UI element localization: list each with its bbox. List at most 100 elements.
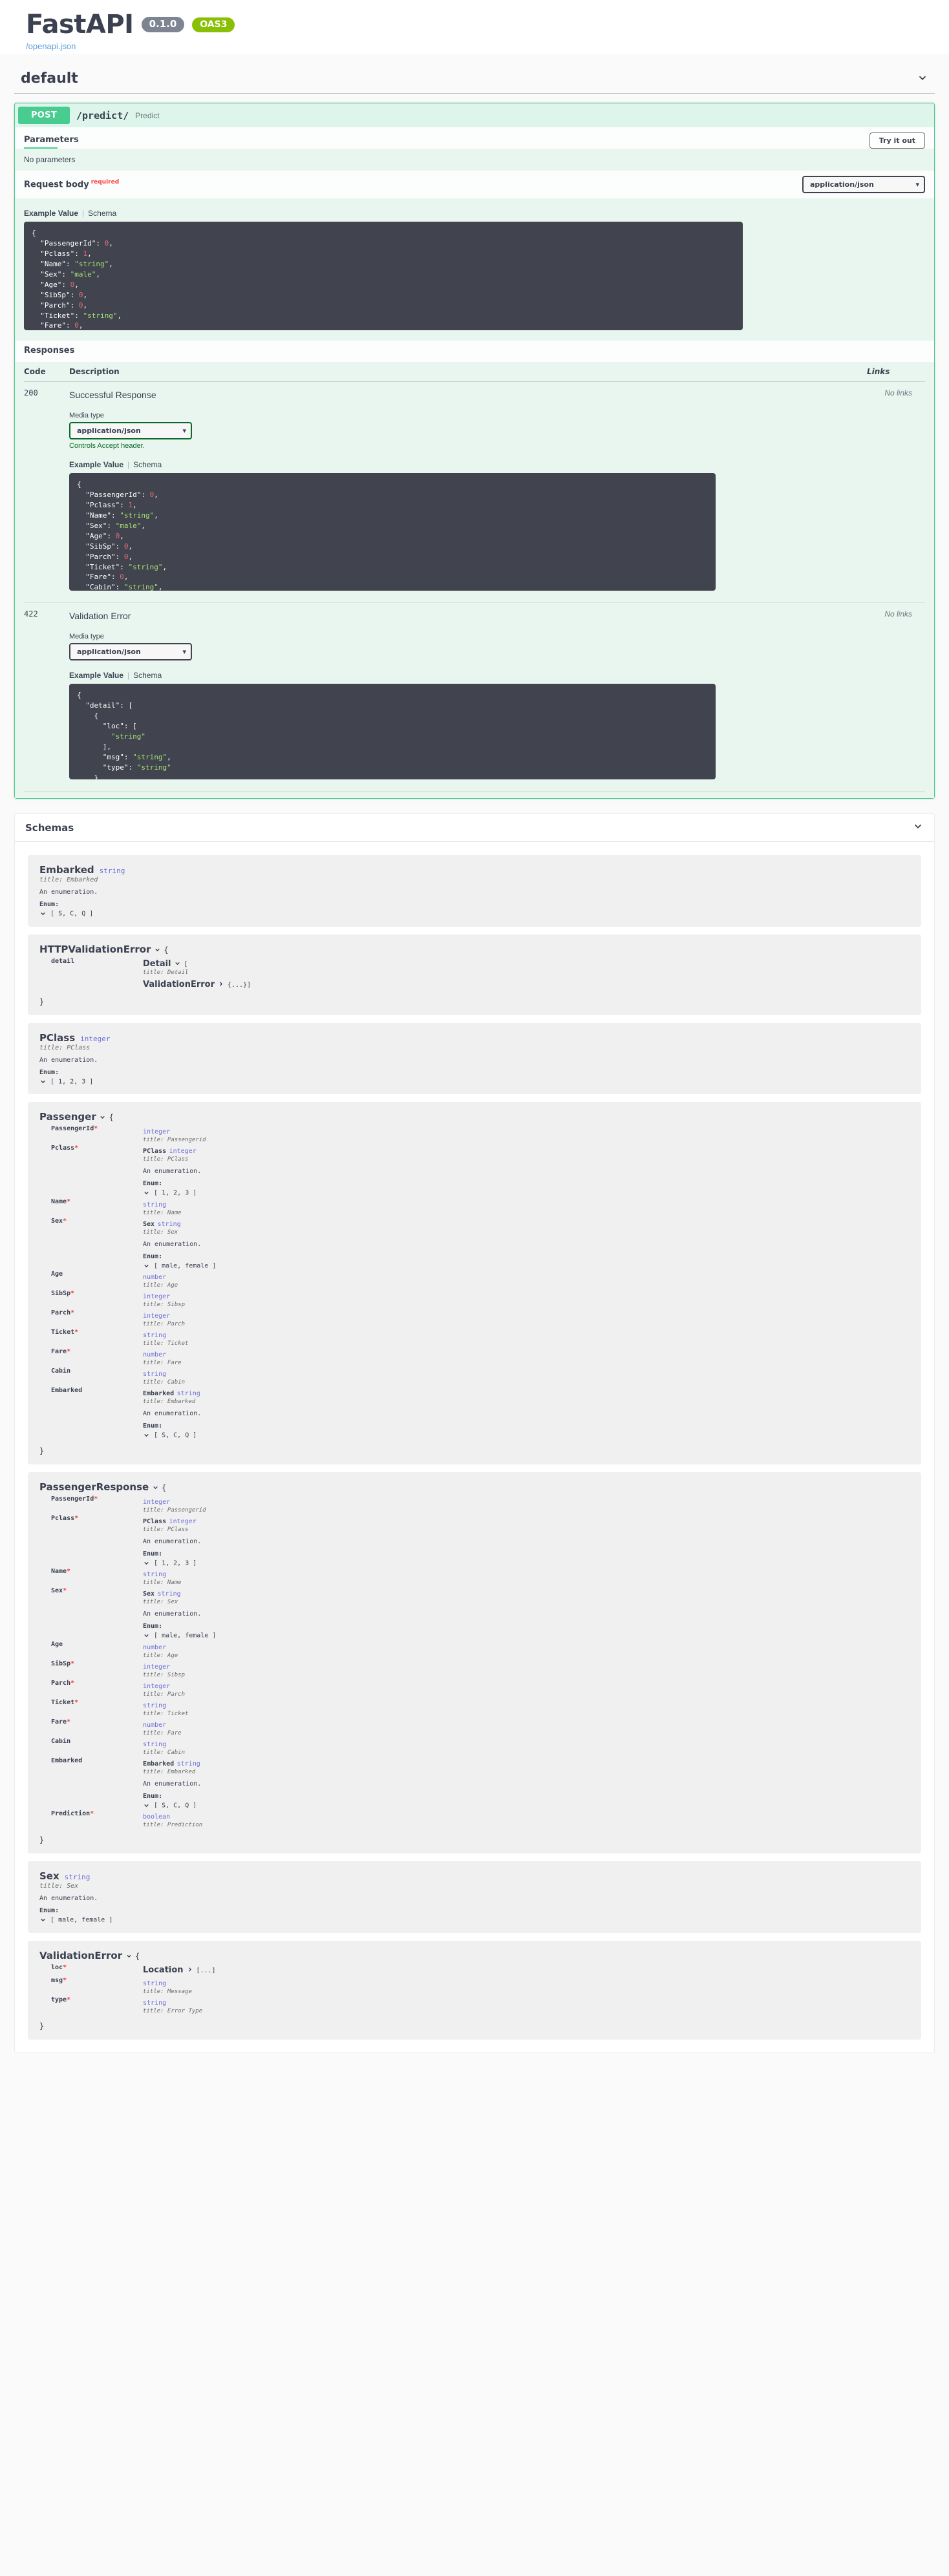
enum-values-row[interactable]: [ S, C, Q ] — [143, 1431, 216, 1439]
request-media-type-wrapper[interactable]: application/json — [802, 176, 925, 193]
model-property-row: loc* Location [...] — [39, 1963, 216, 1976]
property-name: Sex* — [51, 1587, 67, 1594]
chevron-down-icon[interactable] — [39, 1078, 47, 1085]
enum-label: Enum: — [143, 1422, 163, 1430]
tag-header[interactable]: default — [14, 67, 935, 94]
enum-values-row[interactable]: [ 1, 2, 3 ] — [39, 1078, 910, 1085]
response-description-422: Validation Error — [69, 611, 131, 621]
example-value-tab[interactable]: Example Value — [69, 671, 123, 680]
no-parameters-row: No parameters — [15, 149, 934, 171]
enum-values-row[interactable]: [ S, C, Q ] — [39, 910, 910, 918]
property-type: string — [143, 1371, 167, 1378]
example-value-tab[interactable]: Example Value — [24, 209, 78, 218]
property-type: string — [157, 1220, 181, 1228]
operation-summary-text: Predict — [135, 111, 160, 120]
chevron-right-icon[interactable] — [217, 978, 224, 989]
enum-values-row[interactable]: [ 1, 2, 3 ] — [143, 1189, 216, 1197]
enum-values-row[interactable]: [ male, female ] — [143, 1632, 216, 1640]
chevron-right-icon[interactable] — [186, 1964, 193, 1975]
property-value: string title: Name — [136, 1567, 216, 1587]
property-value: string title: Error Type — [136, 1996, 216, 2015]
chevron-down-icon[interactable] — [152, 1482, 159, 1493]
response-media-type-select-422[interactable]: application/json — [69, 643, 192, 660]
enum-values-row[interactable]: [ S, C, Q ] — [143, 1802, 216, 1809]
request-media-type-select[interactable]: application/json — [802, 176, 925, 193]
property-title: title: Cabin — [143, 1379, 186, 1386]
property-name: Parch* — [51, 1309, 75, 1316]
property-type: string — [143, 1702, 167, 1709]
chevron-down-icon[interactable] — [143, 1432, 150, 1439]
schema-tab[interactable]: Schema — [133, 671, 162, 680]
schema-model-validationerror: ValidationError {loc* Location [...] msg* s… — [28, 1940, 921, 2040]
open-brace: { — [164, 945, 169, 955]
model-title-row[interactable]: Passenger { — [39, 1111, 910, 1123]
property-type: string — [176, 1760, 200, 1768]
chevron-down-icon[interactable] — [917, 72, 928, 86]
model-property-row: Pclass* PClass integer title: PClass An enu… — [39, 1514, 216, 1568]
enum-values-row[interactable]: [ male, female ] — [143, 1262, 216, 1269]
chevron-down-icon[interactable] — [39, 911, 47, 918]
chevron-down-icon[interactable] — [154, 944, 161, 955]
parameters-tab[interactable]: Parameters — [24, 135, 79, 149]
property-name: Name* — [51, 1568, 71, 1575]
close-brace: } — [39, 2021, 45, 2031]
try-it-out-button[interactable]: Try it out — [869, 132, 925, 149]
property-name: SibSp* — [51, 1660, 75, 1667]
chevron-down-icon[interactable] — [143, 1190, 150, 1197]
required-star: * — [63, 1976, 67, 1984]
property-value: integer title: Passengerid — [136, 1124, 216, 1144]
chevron-down-icon[interactable] — [39, 1917, 47, 1924]
property-value: Sex string title: Sex An enumeration. Enum:… — [136, 1587, 216, 1640]
property-title: title: Passengerid — [143, 1137, 206, 1143]
model-title-row: Sex string — [39, 1870, 910, 1883]
model-property-row: Cabin string title: Cabin — [39, 1367, 216, 1386]
model-description: An enumeration. — [39, 1056, 98, 1064]
example-value-tab[interactable]: Example Value — [69, 460, 123, 469]
property-title: title: Prediction — [143, 1822, 203, 1828]
schemas-header[interactable]: Schemas — [15, 814, 934, 842]
model-property-row: Parch* integer title: Parch — [39, 1309, 216, 1328]
chevron-down-icon[interactable] — [912, 820, 924, 835]
enum-label: Enum: — [143, 1180, 163, 1187]
schema-tab[interactable]: Schema — [133, 460, 162, 469]
operation-summary-bar[interactable]: POST /predict/ Predict — [15, 103, 934, 127]
model-property-row: Parch* integer title: Parch — [39, 1679, 216, 1698]
request-body-header: Request body required application/json — [15, 171, 934, 198]
enum-values-row[interactable]: [ male, female ] — [39, 1916, 910, 1924]
model-property-row: SibSp* integer title: Sibsp — [39, 1660, 216, 1679]
chevron-down-icon[interactable] — [143, 1802, 150, 1809]
property-title: title: Sibsp — [143, 1302, 186, 1308]
chevron-down-icon[interactable] — [143, 1262, 150, 1269]
property-value: Embarked string title: Embarked An enumera… — [136, 1757, 216, 1810]
property-value: string title: Cabin — [136, 1737, 216, 1757]
model-title-row[interactable]: ValidationError { — [39, 1950, 910, 1962]
schema-tab[interactable]: Schema — [88, 209, 116, 218]
openapi-spec-link[interactable]: /openapi.json — [26, 41, 923, 51]
chevron-down-icon[interactable] — [174, 958, 181, 969]
page-title: FastAPI — [26, 10, 134, 39]
enum-label: Enum: — [143, 1792, 163, 1800]
chevron-down-icon[interactable] — [125, 1950, 133, 1961]
model-title-row[interactable]: HTTPValidationError { — [39, 944, 910, 956]
enum-values-row[interactable]: [ 1, 2, 3 ] — [143, 1559, 216, 1567]
version-badge: 0.1.0 — [141, 17, 185, 32]
chevron-down-icon[interactable] — [99, 1112, 106, 1123]
open-brace: { — [135, 1951, 140, 1961]
response-media-type-wrapper-422[interactable]: application/json — [69, 643, 192, 660]
property-title: title: Fare — [143, 1729, 182, 1737]
model-property-row: Name* string title: Name — [39, 1567, 216, 1587]
property-value: PClass integer title: PClass An enumeratio… — [136, 1144, 216, 1198]
chevron-down-icon[interactable] — [143, 1632, 150, 1640]
model-type: string — [64, 1873, 91, 1881]
property-type: integer — [143, 1498, 171, 1506]
property-title: title: Parch — [143, 1691, 186, 1698]
response-media-type-wrapper-200[interactable]: application/json — [69, 422, 192, 439]
model-title-row[interactable]: PassengerResponse { — [39, 1481, 910, 1494]
request-body-label: Request body required — [24, 179, 119, 189]
chevron-down-icon[interactable] — [143, 1559, 150, 1567]
required-star: * — [67, 1718, 71, 1726]
response-media-type-select-200[interactable]: application/json — [69, 422, 192, 439]
property-type: string — [143, 1571, 167, 1578]
property-name: Pclass* — [51, 1514, 79, 1522]
property-title: title: Passengerid — [143, 1506, 206, 1514]
